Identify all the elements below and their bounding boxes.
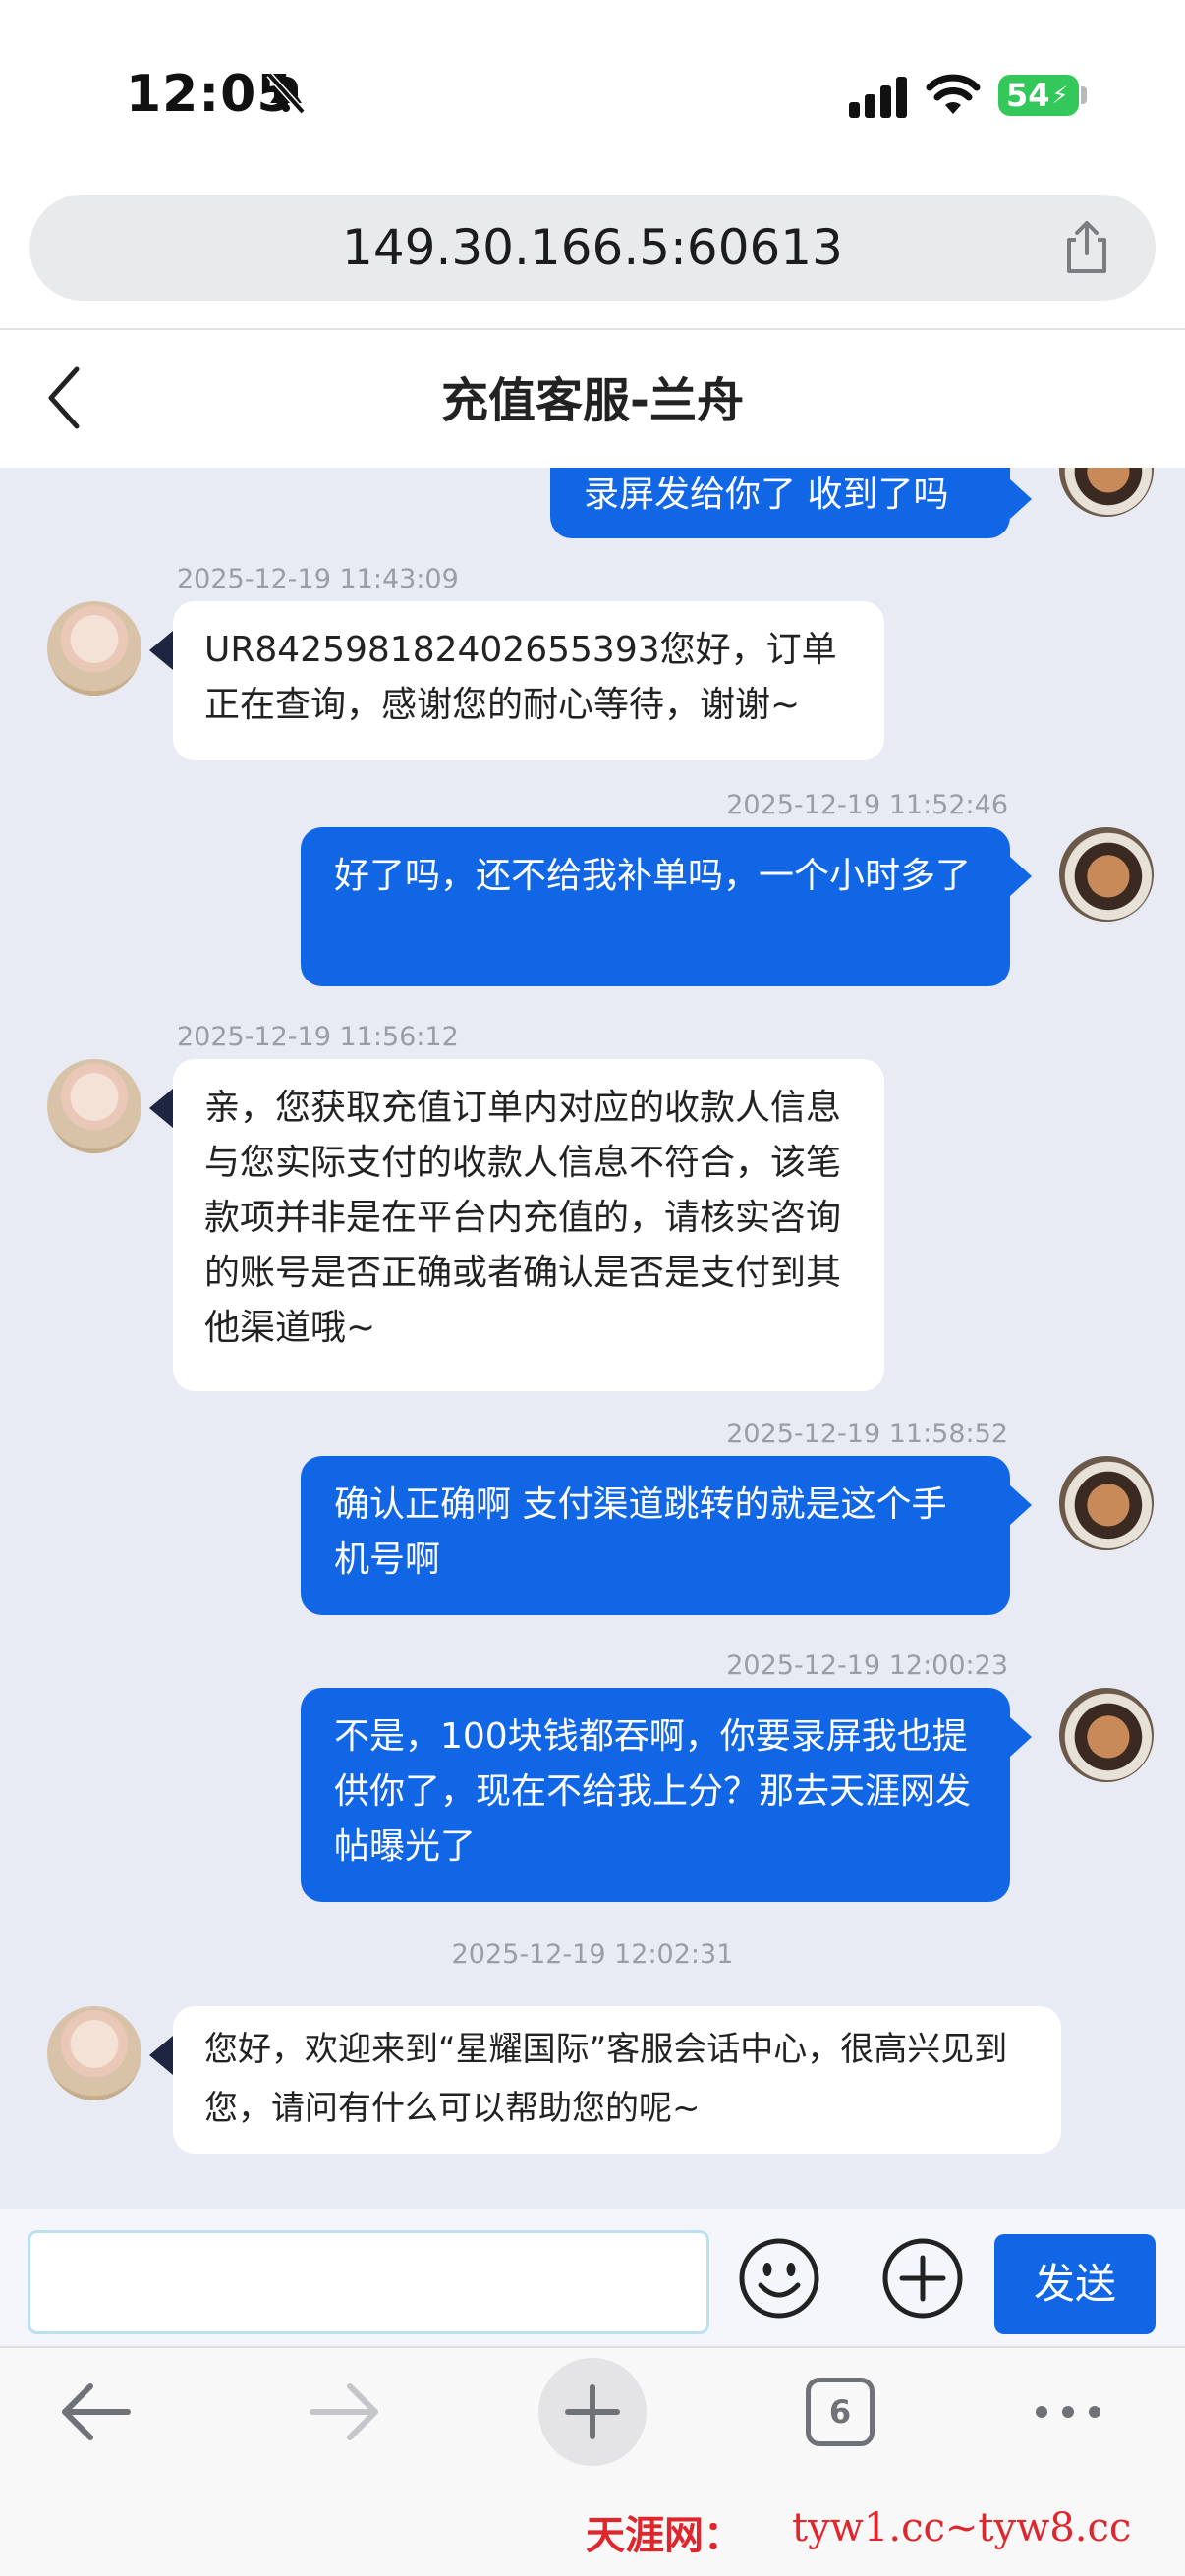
bubble-tail [149, 631, 173, 670]
plus-circle-icon[interactable] [880, 2236, 965, 2321]
bubble-tail [149, 2036, 173, 2075]
bubble-tail [1010, 479, 1032, 519]
avatar-user[interactable] [1059, 827, 1154, 922]
more-icon[interactable] [1032, 2397, 1104, 2427]
watermark-brand: 天涯网： [586, 2512, 743, 2558]
chevron-left-icon[interactable] [43, 364, 83, 432]
avatar-user[interactable] [1059, 1688, 1154, 1782]
divider [0, 328, 1185, 330]
message-text: 亲，您获取充值订单内对应的收款人信息与您实际支付的收款人信息不符合，该笔款项并非… [204, 1088, 842, 1348]
message-timestamp: 2025-12-19 11:43:09 [177, 564, 459, 594]
message-text: 录屏发给你了 收到了吗 [584, 475, 949, 515]
message-timestamp: 2025-12-19 12:00:23 [726, 1651, 1008, 1681]
message-bubble-outgoing: 好了吗，还不给我补单吗，一个小时多了 [301, 827, 1010, 986]
bubble-tail [1010, 1485, 1032, 1525]
message-timestamp: 2025-12-19 12:02:31 [451, 1939, 734, 1970]
message-bubble-incoming: 亲，您获取充值订单内对应的收款人信息与您实际支付的收款人信息不符合，该笔款项并非… [173, 1059, 884, 1391]
message-bubble-incoming: UR842598182402655393您好，订单正在查询，感谢您的耐心等待，谢… [173, 601, 884, 760]
send-button[interactable]: 发送 [994, 2234, 1156, 2334]
cellular-signal-icon [849, 77, 907, 118]
message-input[interactable] [28, 2230, 709, 2334]
message-text: 不是，100块钱都吞啊，你要录屏我也提供你了，现在不给我上分？那去天涯网发帖曝光… [334, 1716, 972, 1867]
chat-messages[interactable]: 录屏发给你了 收到了吗 2025-12-19 11:43:09 UR842598… [0, 468, 1185, 2209]
arrow-left-icon[interactable] [57, 2378, 136, 2446]
avatar-agent[interactable] [47, 601, 141, 696]
new-tab-button[interactable] [538, 2358, 647, 2466]
share-icon[interactable] [1057, 218, 1116, 277]
bell-slash-icon [266, 72, 306, 115]
bubble-tail [1010, 857, 1032, 896]
address-text[interactable]: 149.30.166.5:60613 [29, 195, 1156, 301]
message-bubble-outgoing: 确认正确啊 支付渠道跳转的就是这个手机号啊 [301, 1456, 1010, 1615]
avatar-user[interactable] [1059, 468, 1154, 517]
watermark-urls: tyw1.cc~tyw8.cc [792, 2505, 1132, 2550]
message-bubble-outgoing: 录屏发给你了 收到了吗 [550, 468, 1010, 538]
tabs-icon[interactable]: 6 [806, 2378, 875, 2446]
message-bubble-incoming: 您好，欢迎来到“星耀国际”客服会话中心，很高兴见到您，请问有什么可以帮助您的呢~ [173, 2006, 1061, 2154]
avatar-user[interactable] [1059, 1456, 1154, 1550]
message-timestamp: 2025-12-19 11:52:46 [726, 790, 1008, 820]
message-timestamp: 2025-12-19 11:56:12 [177, 1022, 459, 1052]
avatar-agent[interactable] [47, 1059, 141, 1153]
chat-title: 充值客服-兰舟 [441, 373, 744, 428]
battery-cap [1081, 86, 1087, 104]
message-text: 您好，欢迎来到“星耀国际”客服会话中心，很高兴见到您，请问有什么可以帮助您的呢~ [204, 2030, 1008, 2128]
message-bubble-outgoing: 不是，100块钱都吞啊，你要录屏我也提供你了，现在不给我上分？那去天涯网发帖曝光… [301, 1688, 1010, 1902]
smiley-icon[interactable] [737, 2236, 821, 2321]
avatar-agent[interactable] [47, 2006, 141, 2100]
tab-count: 6 [828, 2393, 852, 2431]
message-timestamp: 2025-12-19 11:58:52 [726, 1419, 1008, 1449]
message-text: UR842598182402655393您好，订单正在查询，感谢您的耐心等待，谢… [204, 630, 837, 725]
message-text: 确认正确啊 支付渠道跳转的就是这个手机号啊 [334, 1484, 947, 1580]
plus-icon [565, 2384, 620, 2439]
bubble-tail [149, 1089, 173, 1128]
battery-level: 54 [1006, 77, 1050, 114]
wifi-icon [926, 74, 981, 114]
bubble-tail [1010, 1717, 1032, 1757]
battery-indicator: 54 ⚡ [998, 75, 1079, 116]
message-text: 好了吗，还不给我补单吗，一个小时多了 [334, 856, 972, 896]
arrow-right-icon[interactable] [305, 2378, 383, 2446]
